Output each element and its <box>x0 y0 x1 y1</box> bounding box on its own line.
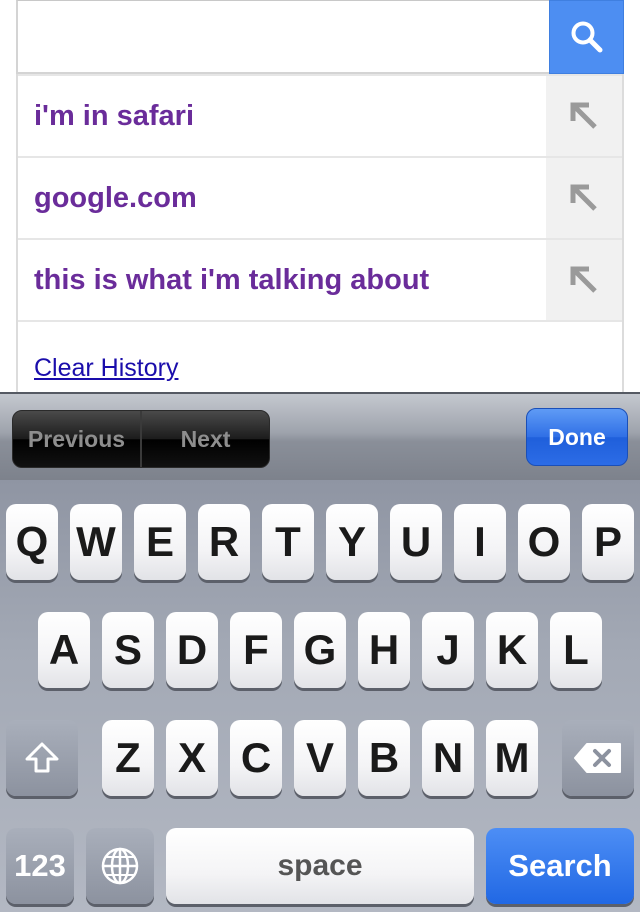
key-p[interactable]: P <box>582 504 634 580</box>
previous-button[interactable]: Previous <box>13 411 140 467</box>
key-j[interactable]: J <box>422 612 474 688</box>
fill-query-button[interactable] <box>546 76 622 156</box>
space-key[interactable]: space <box>166 828 474 904</box>
numbers-key[interactable]: 123 <box>6 828 74 904</box>
suggestion-item[interactable]: i'm in safari <box>18 74 622 156</box>
shift-arrow-icon <box>25 742 59 773</box>
key-x[interactable]: X <box>166 720 218 796</box>
key-t[interactable]: T <box>262 504 314 580</box>
key-s[interactable]: S <box>102 612 154 688</box>
fill-query-button[interactable] <box>546 158 622 238</box>
search-icon <box>571 21 602 53</box>
key-v[interactable]: V <box>294 720 346 796</box>
arrow-up-left-icon <box>570 184 597 211</box>
suggestion-text: google.com <box>34 181 197 214</box>
delete-key[interactable] <box>562 720 634 796</box>
fill-query-button[interactable] <box>546 240 622 320</box>
key-k[interactable]: K <box>486 612 538 688</box>
key-z[interactable]: Z <box>102 720 154 796</box>
key-d[interactable]: D <box>166 612 218 688</box>
key-e[interactable]: E <box>134 504 186 580</box>
key-h[interactable]: H <box>358 612 410 688</box>
key-b[interactable]: B <box>358 720 410 796</box>
search-input[interactable] <box>18 1 550 72</box>
key-i[interactable]: I <box>454 504 506 580</box>
globe-icon <box>101 847 139 885</box>
suggestion-item[interactable]: google.com <box>18 156 622 238</box>
key-a[interactable]: A <box>38 612 90 688</box>
suggestion-text: i'm in safari <box>34 99 195 132</box>
arrow-up-left-icon <box>570 102 597 129</box>
key-u[interactable]: U <box>390 504 442 580</box>
search-key[interactable]: Search <box>486 828 634 904</box>
key-y[interactable]: Y <box>326 504 378 580</box>
screen: i'm in safari google.com this is what i'… <box>0 0 640 912</box>
backspace-icon <box>574 743 621 773</box>
search-field-container <box>16 0 550 74</box>
globe-key[interactable] <box>86 828 154 904</box>
arrow-up-left-icon <box>570 266 597 293</box>
key-r[interactable]: R <box>198 504 250 580</box>
prev-next-control: Previous Next <box>12 410 270 468</box>
key-m[interactable]: M <box>486 720 538 796</box>
next-button[interactable]: Next <box>142 411 269 467</box>
suggestion-text: this is what i'm talking about <box>34 263 430 296</box>
key-n[interactable]: N <box>422 720 474 796</box>
key-g[interactable]: G <box>294 612 346 688</box>
done-button[interactable]: Done <box>526 408 628 466</box>
suggestion-item[interactable]: this is what i'm talking about <box>18 238 622 320</box>
shift-key[interactable] <box>6 720 78 796</box>
key-w[interactable]: W <box>70 504 122 580</box>
keyboard: Q W E R T Y U I O P A S D F G H J K L Z … <box>0 480 640 912</box>
key-c[interactable]: C <box>230 720 282 796</box>
key-o[interactable]: O <box>518 504 570 580</box>
key-q[interactable]: Q <box>6 504 58 580</box>
clear-history-link[interactable]: Clear History <box>34 354 178 383</box>
search-button[interactable] <box>549 0 624 74</box>
divider <box>18 320 622 322</box>
key-l[interactable]: L <box>550 612 602 688</box>
key-f[interactable]: F <box>230 612 282 688</box>
